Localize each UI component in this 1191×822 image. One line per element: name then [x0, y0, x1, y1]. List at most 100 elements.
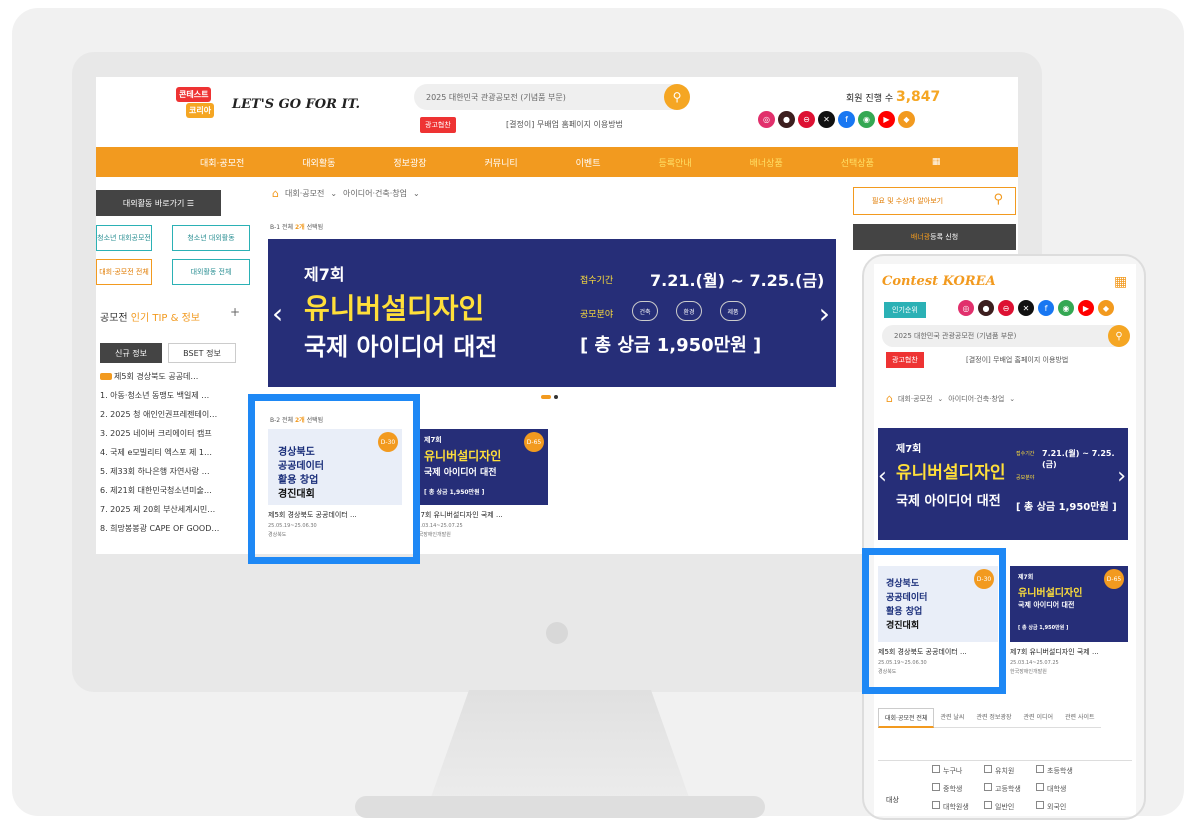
x-icon[interactable]: ✕: [1018, 300, 1034, 316]
home-icon[interactable]: ⌂: [272, 187, 279, 200]
next-arrow-icon[interactable]: ›: [1117, 464, 1126, 489]
mobile-logo[interactable]: Contest KOREA: [882, 274, 996, 289]
home-icon[interactable]: ⌂: [886, 392, 893, 405]
search-icon[interactable]: ⚲: [993, 192, 1003, 207]
tab-all-contest[interactable]: 대회·공모전 전체: [878, 708, 935, 728]
chat-icon[interactable]: ⊖: [798, 111, 815, 128]
shortcut-button[interactable]: 대외활동 바로가기 ☰: [96, 190, 221, 216]
grid-menu-icon[interactable]: ▦: [1114, 274, 1127, 290]
dot: [554, 395, 558, 399]
prev-arrow-icon[interactable]: ‹: [272, 297, 283, 330]
app-icon[interactable]: ◆: [898, 111, 915, 128]
monitor-base: [355, 796, 765, 818]
contest-card[interactable]: D-65 제7회 유니버설디자인 국제 아이디어 대전 [ 총 상금 1,950…: [414, 429, 548, 538]
crumb-category[interactable]: 아이디어·건축·창업: [948, 394, 1004, 404]
monitor-camera: [546, 622, 568, 644]
search-icon[interactable]: ⚲: [1108, 325, 1130, 347]
crumb-contest[interactable]: 대회·공모전: [898, 394, 932, 404]
chat-icon[interactable]: ⊖: [998, 300, 1014, 316]
prev-arrow-icon[interactable]: ‹: [878, 464, 887, 489]
nav-item-register[interactable]: 등록안내: [658, 156, 691, 169]
filter-checkbox[interactable]: 외국인: [1036, 801, 1088, 816]
category-youth-activity[interactable]: 청소년 대외활동: [172, 225, 250, 251]
list-item[interactable]: 7. 2025 제 20회 부산세계시민…: [100, 504, 236, 523]
x-icon[interactable]: ✕: [818, 111, 835, 128]
tab-new-info[interactable]: 신규 정보: [100, 343, 162, 363]
nav-item-info[interactable]: 정보광장: [393, 156, 426, 169]
chevron-down-icon[interactable]: ⌄: [330, 189, 337, 198]
kakao-icon[interactable]: ●: [978, 300, 994, 316]
tip-text: 3. 2025 네이버 크리에이터 캠프: [100, 429, 212, 438]
kakao-icon[interactable]: ●: [778, 111, 795, 128]
thumb-line: [ 총 상금 1,950만원 ]: [424, 489, 485, 496]
filter-checkbox[interactable]: 대학생: [1036, 783, 1088, 801]
site-logo[interactable]: 콘테스트 코리아 LET'S GO FOR IT.: [176, 87, 360, 121]
category-all-contest[interactable]: 대회·공모전 전체: [96, 259, 152, 285]
next-arrow-icon[interactable]: ›: [819, 297, 830, 330]
contest-card[interactable]: D-65 제7회 유니버설디자인 국제 아이디어 대전 [ 총 상금 1,950…: [1010, 566, 1128, 675]
carousel-dots[interactable]: [541, 395, 558, 399]
filter-checkbox[interactable]: 유치원: [984, 765, 1036, 783]
main-banner[interactable]: 제7회 유니버설디자인 국제 아이디어 대전 접수기간 7.21.(월) ~ 7…: [268, 239, 836, 387]
list-item[interactable]: 3. 2025 네이버 크리에이터 캠프: [100, 428, 236, 447]
crumb-category[interactable]: 아이디어·건축·창업: [343, 188, 407, 199]
list-item[interactable]: 5. 제33회 하나은행 자연사랑 …: [100, 466, 236, 485]
tab-weather[interactable]: 관련 날씨: [934, 708, 971, 728]
chevron-down-icon[interactable]: ⌄: [1009, 395, 1015, 403]
nav-item-events[interactable]: 이벤트: [576, 156, 601, 169]
nav-item-select[interactable]: 선택상품: [841, 156, 874, 169]
filter-checkbox[interactable]: 초등학생: [1036, 765, 1088, 783]
banner-period-label: 접수기간: [1016, 451, 1035, 457]
chevron-down-icon[interactable]: ⌄: [413, 189, 420, 198]
filter-checkbox[interactable]: 대학원생: [932, 801, 984, 816]
facebook-icon[interactable]: f: [1038, 300, 1054, 316]
filter-checkbox[interactable]: 일반인: [984, 801, 1036, 816]
facebook-icon[interactable]: f: [838, 111, 855, 128]
tab-info[interactable]: 관련 정보광장: [970, 708, 1018, 728]
list-item[interactable]: 8. 희망봉봉광 CAPE OF GOOD…: [100, 523, 236, 542]
nav-item-activities[interactable]: 대외활동: [302, 156, 335, 169]
app-icon[interactable]: ◆: [1098, 300, 1114, 316]
instagram-icon[interactable]: ◎: [958, 300, 974, 316]
tab-idea[interactable]: 관련 이디어: [1017, 708, 1060, 728]
mobile-banner[interactable]: 제7회 유니버설디자인 국제 아이디어 대전 접수기간 7.21.(월) ~ 7…: [878, 428, 1128, 540]
filter-checkbox[interactable]: 중학생: [932, 783, 984, 801]
list-item[interactable]: 2. 2025 청 애인인권프레젠테이…: [100, 409, 236, 428]
instagram-icon[interactable]: ◎: [758, 111, 775, 128]
banner-register-button[interactable]: 배너광 등록 신청: [853, 224, 1016, 250]
nav-item-contests[interactable]: 대회·공모전: [200, 156, 244, 169]
filter-checkbox[interactable]: 고등학생: [984, 783, 1036, 801]
youtube-icon[interactable]: ▶: [1078, 300, 1094, 316]
ad-text-link[interactable]: [결정이] 무배업 홈페이지 이용방법: [966, 355, 1068, 365]
list-item[interactable]: 제5회 경상북도 공공데…: [100, 371, 236, 390]
grid-menu-icon[interactable]: ▦: [932, 157, 941, 167]
ad-badge[interactable]: 광고협찬: [886, 352, 924, 368]
rank-button[interactable]: 인기순위: [884, 302, 926, 318]
winner-search-input[interactable]: 필요 및 수상자 알아보기 ⚲: [853, 187, 1016, 215]
filter-checkbox[interactable]: 누구나: [932, 765, 984, 783]
card-date: 25.03.14~25.07.25: [414, 523, 463, 529]
search-input[interactable]: 2025 대한민국 관광공모전 (기념품 부문) ⚲: [414, 84, 690, 110]
search-icon[interactable]: ⚲: [664, 84, 690, 110]
tip-section-title: 공모전 인기 TIP & 정보: [100, 309, 200, 324]
list-item[interactable]: 6. 제21회 대한민국청소년미술…: [100, 485, 236, 504]
category-youth-contest[interactable]: 청소년 대회공모전: [96, 225, 152, 251]
chrome-icon[interactable]: ◉: [1058, 300, 1074, 316]
list-item[interactable]: 1. 아동·청소년 동맹도 백일제 …: [100, 390, 236, 409]
banner-title-1: 유니버설디자인: [896, 463, 1006, 483]
chrome-icon[interactable]: ◉: [858, 111, 875, 128]
mobile-search-input[interactable]: 2025 대한민국 관광공모전 (기념품 부문) ⚲: [882, 325, 1130, 347]
category-all-activity[interactable]: 대외활동 전체: [172, 259, 250, 285]
chevron-down-icon[interactable]: ⌄: [937, 395, 943, 403]
ad-badge[interactable]: 광고협찬: [420, 117, 456, 133]
ad-text-link[interactable]: [결정이] 무배업 홈페이지 이용방법: [506, 119, 623, 130]
more-icon[interactable]: +: [230, 305, 240, 319]
crumb-contest[interactable]: 대회·공모전: [285, 188, 324, 199]
tab-sites[interactable]: 관련 사이트: [1059, 708, 1101, 728]
youtube-icon[interactable]: ▶: [878, 111, 895, 128]
nav-item-banner[interactable]: 배너상품: [750, 156, 783, 169]
nav-item-community[interactable]: 커뮤니티: [485, 156, 518, 169]
tab-best-info[interactable]: BSET 정보: [168, 343, 236, 363]
search-placeholder: 2025 대한민국 관광공모전 (기념품 부문): [894, 332, 1017, 340]
list-item[interactable]: 4. 국제 e모빌리티 엑스포 제 1…: [100, 447, 236, 466]
